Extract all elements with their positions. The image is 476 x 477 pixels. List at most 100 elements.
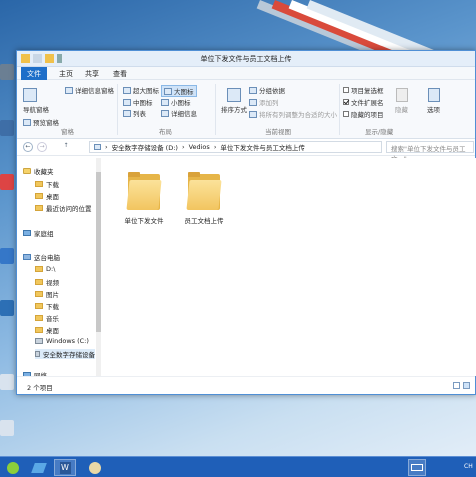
folder-item[interactable]: 单位下发文件 — [116, 172, 172, 225]
nav-item-desktop[interactable]: 桌面 — [35, 191, 59, 201]
folder-item[interactable]: 员工文档上传 — [176, 172, 232, 225]
search-input[interactable]: 搜索"单位下发文件与员工文..." — [386, 141, 474, 163]
checkbox[interactable] — [343, 111, 349, 117]
sort-by-button[interactable]: 排序方式 — [221, 88, 247, 114]
nav-item-pc[interactable]: 音乐 — [35, 313, 59, 323]
checkbox[interactable] — [343, 87, 349, 93]
folder-icon — [126, 172, 162, 212]
nav-item-sd-card[interactable]: 安全数字存储设备 — [35, 349, 95, 359]
layout-list[interactable]: 列表 — [123, 108, 146, 118]
breadcrumb-separator: › — [213, 143, 217, 151]
details-view-button[interactable] — [453, 382, 460, 389]
nav-item-pc[interactable]: 桌面 — [35, 325, 59, 335]
options-label: 选项 — [427, 106, 440, 114]
breadcrumb-item[interactable]: 安全数字存储设备 (D:) — [112, 142, 178, 152]
nav-item-drive-c[interactable]: Windows (C:) — [35, 337, 89, 345]
start-button[interactable] — [2, 459, 24, 476]
nav-item-this-pc[interactable]: 这台电脑 — [23, 252, 60, 262]
desktop-icon[interactable] — [0, 120, 14, 136]
large-icons-view-button[interactable] — [463, 382, 470, 389]
file-extensions-toggle[interactable]: 文件扩展名 — [343, 97, 384, 107]
nav-item-pc[interactable]: D:\ — [35, 265, 55, 273]
path-box[interactable]: › 安全数字存储设备 (D:) › Vedios › 单位下发文件与员工文档上传 — [89, 141, 382, 153]
nav-item-pc[interactable]: 视频 — [35, 277, 59, 287]
word-icon: W — [59, 461, 71, 474]
folder-icon — [186, 172, 222, 212]
folder-icon — [35, 205, 43, 211]
checkbox-checked[interactable] — [343, 99, 349, 105]
nav-item-pc[interactable]: 下载 — [35, 301, 59, 311]
desktop-icon[interactable] — [0, 374, 14, 390]
taskbar-word[interactable]: W — [54, 459, 76, 476]
back-button[interactable]: ← — [23, 142, 33, 152]
hidden-items-toggle[interactable]: 隐藏的项目 — [343, 109, 384, 119]
up-button[interactable]: ↑ — [61, 142, 71, 152]
folder-icon — [35, 303, 43, 309]
computer-icon — [23, 254, 31, 260]
nav-label: 收藏夹 — [34, 168, 54, 176]
nav-item-pc[interactable]: 图片 — [35, 289, 59, 299]
hide-selected-label: 隐藏 — [395, 106, 408, 114]
nav-pane-label: 导航窗格 — [23, 106, 49, 114]
group-label-show-hide: 显示/隐藏 — [365, 128, 394, 136]
preview-pane-label: 预览窗格 — [33, 119, 59, 127]
taskbar-app[interactable] — [28, 459, 50, 476]
desktop-icon[interactable] — [0, 300, 14, 316]
nav-item-homegroup[interactable]: 家庭组 — [23, 228, 54, 238]
layout-label: 列表 — [133, 110, 146, 118]
fit-columns-button[interactable]: 将所有列调整为合适的大小 — [249, 109, 337, 119]
explorer-window: 单位下发文件与员工文档上传 文件 主页 共享 查看 导航窗格 预览窗格 详细信息… — [16, 50, 476, 395]
layout-small-icons[interactable]: 小图标 — [161, 97, 191, 107]
nav-scrollbar[interactable] — [96, 158, 101, 376]
bird-icon — [31, 462, 47, 473]
nav-label: 下载 — [46, 181, 59, 189]
layout-details[interactable]: 详细信息 — [161, 108, 197, 118]
tab-home[interactable]: 主页 — [53, 67, 79, 80]
tab-share[interactable]: 共享 — [79, 67, 105, 80]
folder-name: 员工文档上传 — [184, 217, 224, 225]
desktop-icon[interactable] — [0, 248, 14, 264]
taskbar-app[interactable] — [84, 459, 106, 476]
group-by-button[interactable]: 分组依据 — [249, 85, 285, 95]
paint-icon — [89, 461, 101, 474]
item-checkboxes-toggle[interactable]: 项目复选框 — [343, 85, 384, 95]
layout-extra-large-icons[interactable]: 超大图标 — [123, 85, 159, 95]
desktop-icon[interactable] — [0, 420, 14, 436]
nav-item-favorites[interactable]: 收藏夹 — [23, 166, 54, 176]
view-icon — [123, 109, 131, 117]
keyboard-icon[interactable] — [408, 459, 426, 476]
preview-pane-button[interactable]: 预览窗格 — [23, 117, 59, 127]
layout-label: 中图标 — [133, 99, 153, 107]
breadcrumb-item[interactable]: 单位下发文件与员工文档上传 — [220, 142, 305, 152]
desktop-icon[interactable] — [0, 64, 14, 80]
details-pane-button[interactable]: 详细信息窗格 — [65, 85, 114, 95]
options-button[interactable]: 选项 — [427, 88, 440, 114]
forward-button[interactable]: → — [37, 142, 47, 152]
hide-selected-button[interactable]: 隐藏 — [395, 88, 408, 114]
nav-label: 视频 — [46, 279, 59, 287]
nav-label: 桌面 — [46, 327, 59, 335]
nav-item-recent[interactable]: 最近访问的位置 — [35, 203, 92, 213]
view-icon — [123, 86, 131, 94]
add-column-button[interactable]: 添加列 — [249, 97, 279, 107]
scroll-thumb[interactable] — [96, 172, 101, 332]
nav-label: 家庭组 — [34, 230, 54, 238]
fit-columns-icon — [249, 110, 257, 118]
view-icon — [161, 109, 169, 117]
breadcrumb-separator: › — [181, 143, 185, 151]
nav-item-downloads[interactable]: 下载 — [35, 179, 59, 189]
tab-file[interactable]: 文件 — [21, 67, 47, 80]
tab-view[interactable]: 查看 — [107, 67, 133, 80]
desktop-icon[interactable] — [0, 174, 14, 190]
group-label-layout: 布局 — [159, 128, 172, 136]
ribbon: 导航窗格 预览窗格 详细信息窗格 窗格 超大图标 大图标 中图标 小图标 列表 … — [17, 80, 475, 139]
nav-pane-button[interactable]: 导航窗格 — [23, 88, 49, 114]
breadcrumb-item[interactable]: Vedios — [189, 143, 210, 151]
keyboard-glyph — [411, 464, 423, 471]
folder-icon — [35, 193, 43, 199]
details-pane-icon — [65, 86, 73, 94]
layout-large-icons[interactable]: 大图标 — [161, 85, 197, 97]
layout-medium-icons[interactable]: 中图标 — [123, 97, 153, 107]
nav-label: 下载 — [46, 303, 59, 311]
divider — [215, 84, 216, 135]
